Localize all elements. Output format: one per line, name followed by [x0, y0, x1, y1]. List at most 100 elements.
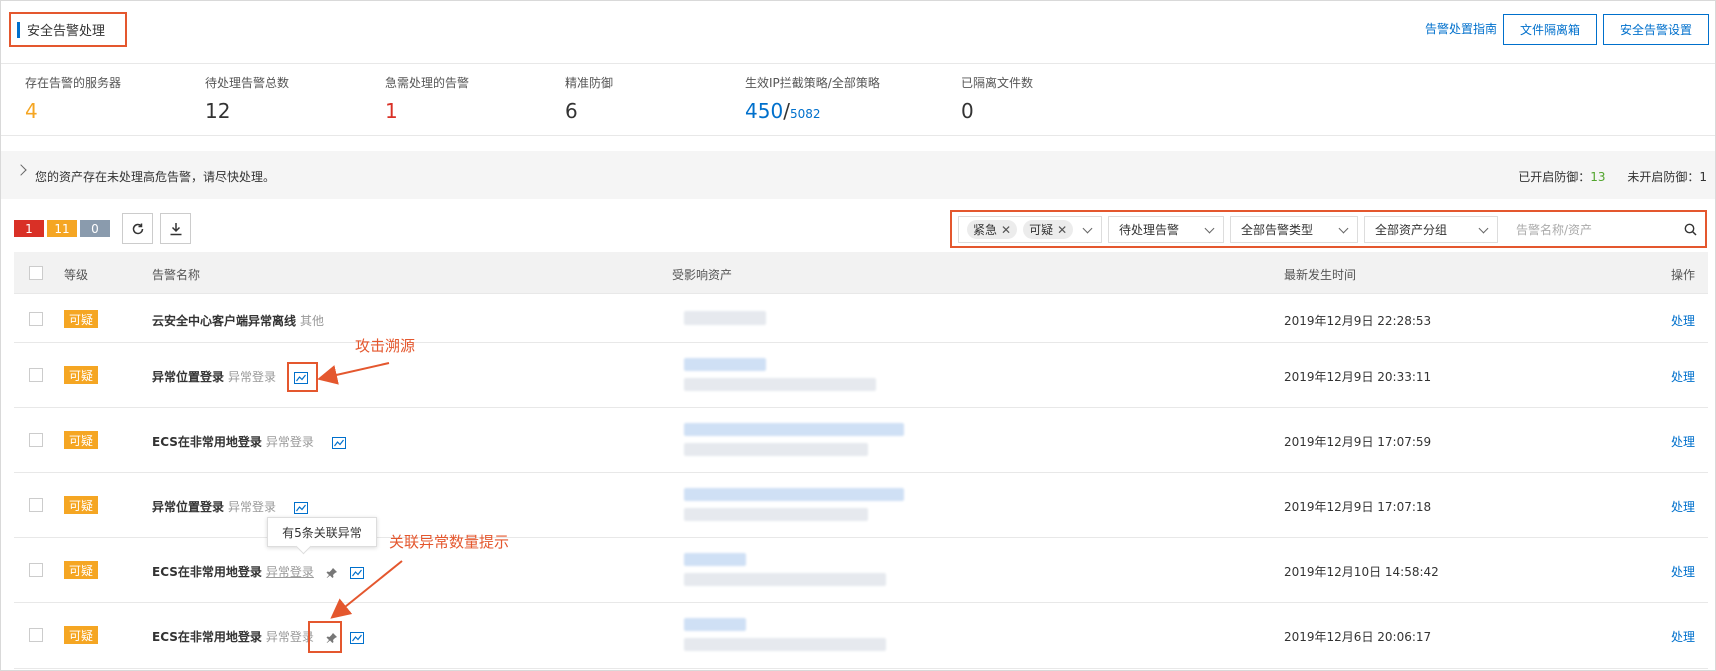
- handle-link[interactable]: 处理: [1671, 498, 1695, 515]
- trace-icon-highlight: [287, 362, 318, 392]
- row-checkbox[interactable]: [29, 563, 43, 577]
- chevron-down-icon: [1478, 223, 1489, 234]
- alert-settings-button[interactable]: 安全告警设置: [1603, 14, 1709, 45]
- search-input[interactable]: 告警名称/资产: [1506, 216, 1703, 243]
- asset-redacted: [684, 443, 868, 456]
- level-tag-urgent[interactable]: 紧急 ✕: [967, 220, 1018, 239]
- handle-link[interactable]: 处理: [1671, 563, 1695, 580]
- page-title-highlight: 安全告警处理: [9, 12, 127, 47]
- stats-bar: 存在告警的服务器 4 待处理告警总数 12 急需处理的告警 1 精准防御 6 生…: [1, 65, 1715, 136]
- alert-time: 2019年12月9日 22:28:53: [1284, 314, 1432, 328]
- chevron-down-icon: [1204, 223, 1215, 234]
- status-filter-select[interactable]: 待处理告警: [1108, 216, 1224, 243]
- handle-link[interactable]: 处理: [1671, 433, 1695, 450]
- row-checkbox[interactable]: [29, 628, 43, 642]
- level-badge: 可疑: [64, 496, 98, 514]
- row-checkbox[interactable]: [29, 498, 43, 512]
- attack-trace-icon[interactable]: [294, 501, 309, 514]
- level-badge: 可疑: [64, 310, 98, 328]
- table-row: 可疑 云安全中心客户端异常离线 其他 2019年12月9日 22:28:53 处理: [14, 295, 1708, 343]
- chevron-down-icon: [1082, 223, 1093, 234]
- search-icon[interactable]: [1684, 223, 1697, 236]
- header: 安全告警处理 告警处置指南 文件隔离箱 安全告警设置: [1, 1, 1715, 64]
- level-badge: 可疑: [64, 626, 98, 644]
- alert-name[interactable]: 异常位置登录 异常登录: [152, 368, 309, 385]
- table-row: 可疑 ECS在非常用地登录 异常登录 2019年12月6日 20:06:17 处理: [14, 603, 1708, 669]
- alert-guide-link[interactable]: 告警处置指南: [1425, 20, 1497, 37]
- pin-icon[interactable]: [326, 567, 338, 579]
- col-alert-name: 告警名称: [152, 268, 201, 282]
- defense-off-count[interactable]: 1: [1699, 170, 1707, 184]
- page: 安全告警处理 告警处置指南 文件隔离箱 安全告警设置 存在告警的服务器 4 待处…: [0, 0, 1716, 671]
- alert-name[interactable]: ECS在非常用地登录 异常登录: [152, 563, 365, 580]
- alert-type: 异常登录: [265, 565, 314, 579]
- table-row: 可疑 ECS在非常用地登录 异常登录 2019年12月9日 17:07:59 处理: [14, 408, 1708, 473]
- urgent-count-badge[interactable]: 1: [14, 220, 44, 237]
- alert-type: 异常登录: [228, 370, 277, 384]
- chevron-down-icon: [1338, 223, 1349, 234]
- download-icon: [170, 222, 181, 235]
- col-latest-time: 最新发生时间: [1284, 268, 1357, 282]
- asset-redacted: [684, 378, 876, 391]
- stat-ip-policies[interactable]: 生效IP拦截策略/全部策略 450/5082: [745, 74, 880, 123]
- level-count-badges: 1 11 0: [14, 220, 110, 237]
- level-filter-select[interactable]: 紧急 ✕ 可疑 ✕: [958, 216, 1102, 243]
- stat-quarantined-files: 已隔离文件数 0: [961, 76, 1034, 123]
- notice-text: 您的资产存在未处理高危告警，请尽快处理。: [35, 170, 276, 184]
- alert-type: 其他: [300, 314, 325, 328]
- alert-time: 2019年12月10日 14:58:42: [1284, 565, 1439, 579]
- attack-trace-icon[interactable]: [332, 436, 347, 449]
- remove-tag-icon[interactable]: ✕: [1001, 223, 1011, 237]
- stat-urgent[interactable]: 急需处理的告警 1: [385, 74, 469, 123]
- alert-time: 2019年12月9日 20:33:11: [1284, 370, 1432, 384]
- defense-on-count[interactable]: 13: [1590, 170, 1605, 184]
- annotation-related-anomaly: 关联异常数量提示: [389, 533, 510, 551]
- level-badge: 可疑: [64, 366, 98, 384]
- level-tag-suspicious[interactable]: 可疑 ✕: [1023, 220, 1074, 239]
- ip-policies-total[interactable]: 5082: [790, 107, 821, 121]
- alert-type: 异常登录: [265, 630, 314, 644]
- handle-link[interactable]: 处理: [1671, 628, 1695, 645]
- stat-servers[interactable]: 存在告警的服务器 4: [25, 74, 121, 123]
- asset-redacted: [684, 488, 904, 501]
- high-risk-notice[interactable]: 您的资产存在未处理高危告警，请尽快处理。 已开启防御：13 未开启防御：1: [1, 151, 1715, 199]
- row-checkbox[interactable]: [29, 433, 43, 447]
- alert-time: 2019年12月9日 17:07:59: [1284, 435, 1432, 449]
- level-badge: 可疑: [64, 561, 98, 579]
- type-filter-select[interactable]: 全部告警类型: [1230, 216, 1358, 243]
- row-checkbox[interactable]: [29, 312, 43, 326]
- file-quarantine-button[interactable]: 文件隔离箱: [1503, 14, 1597, 45]
- alert-name[interactable]: 异常位置登录 异常登录: [152, 498, 309, 515]
- reminder-count-badge[interactable]: 0: [80, 220, 110, 237]
- chevron-right-icon[interactable]: [15, 164, 27, 176]
- col-affected-asset: 受影响资产: [672, 268, 733, 282]
- suspicious-count-badge[interactable]: 11: [47, 220, 77, 237]
- attack-trace-icon[interactable]: [350, 566, 365, 579]
- asset-group-filter-select[interactable]: 全部资产分组: [1364, 216, 1498, 243]
- refresh-button[interactable]: [122, 213, 153, 244]
- title-accent-bar: [17, 21, 20, 38]
- asset-redacted: [684, 618, 746, 631]
- alert-name[interactable]: 云安全中心客户端异常离线 其他: [152, 312, 324, 329]
- download-button[interactable]: [160, 213, 191, 244]
- alert-time: 2019年12月9日 17:07:18: [1284, 500, 1432, 514]
- page-title: 安全告警处理: [27, 24, 106, 39]
- handle-link[interactable]: 处理: [1671, 368, 1695, 385]
- remove-tag-icon[interactable]: ✕: [1057, 223, 1067, 237]
- select-all-checkbox[interactable]: [29, 266, 43, 280]
- row-checkbox[interactable]: [29, 368, 43, 382]
- handle-link[interactable]: 处理: [1671, 312, 1695, 329]
- ip-policies-active[interactable]: 450: [745, 99, 783, 123]
- table-row: 可疑 异常位置登录 异常登录 2019年12月9日 20:33:11 处理: [14, 343, 1708, 408]
- stat-precise-defense: 精准防御 6: [565, 76, 614, 123]
- alert-name[interactable]: ECS在非常用地登录 异常登录: [152, 433, 347, 450]
- asset-redacted: [684, 638, 886, 651]
- filter-bar-highlight: 紧急 ✕ 可疑 ✕ 待处理告警 全部告警类型 全部资产分组 告警名称/资产: [950, 210, 1707, 248]
- related-anomaly-tooltip: 有5条关联异常: [267, 517, 377, 547]
- asset-redacted: [684, 573, 886, 586]
- table-header: 等级 告警名称 受影响资产 最新发生时间 操作: [14, 252, 1708, 294]
- alert-time: 2019年12月6日 20:06:17: [1284, 630, 1432, 644]
- defense-status: 已开启防御：13 未开启防御：1: [1518, 170, 1707, 184]
- attack-trace-icon[interactable]: [350, 631, 365, 644]
- alert-type: 异常登录: [265, 435, 314, 449]
